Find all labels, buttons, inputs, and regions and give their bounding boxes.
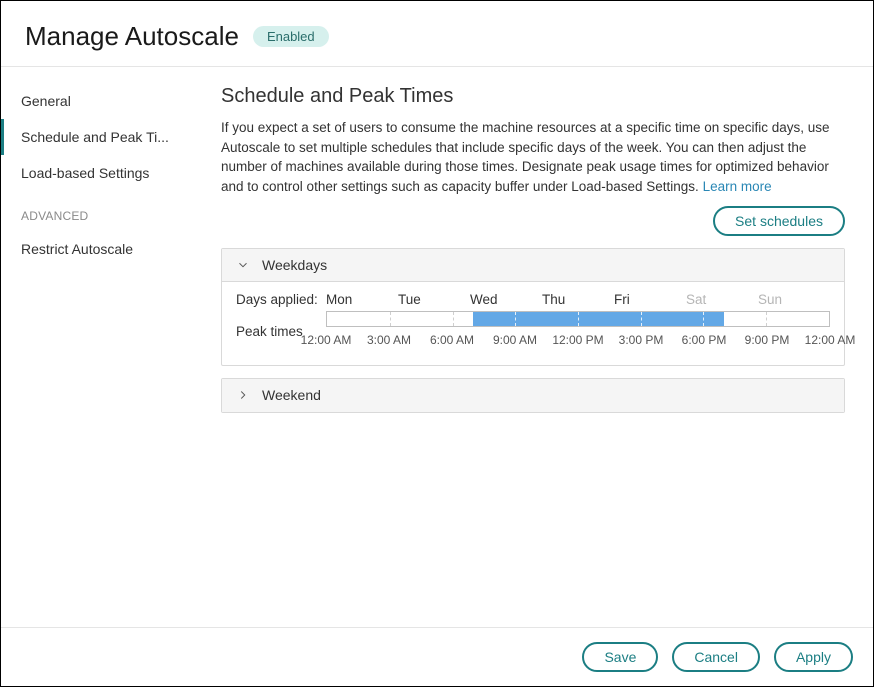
set-schedules-button[interactable]: Set schedules xyxy=(713,206,845,236)
time-labels: 12:00 AM3:00 AM6:00 AM9:00 AM12:00 PM3:0… xyxy=(326,333,830,351)
actions-row: Set schedules xyxy=(221,206,845,236)
sidebar-item-schedule[interactable]: Schedule and Peak Ti... xyxy=(1,119,201,155)
apply-button[interactable]: Apply xyxy=(774,642,853,672)
peak-fill[interactable] xyxy=(473,312,724,326)
time-label: 3:00 PM xyxy=(619,333,664,347)
days-applied-label: Days applied: xyxy=(236,292,326,307)
schedule-block-weekend: Weekend xyxy=(221,378,845,413)
page-title: Manage Autoscale xyxy=(25,21,239,52)
time-label: 6:00 PM xyxy=(682,333,727,347)
sidebar-advanced-heading: ADVANCED xyxy=(1,191,201,231)
day-fri: Fri xyxy=(614,292,686,307)
day-sat: Sat xyxy=(686,292,758,307)
status-badge: Enabled xyxy=(253,26,329,47)
schedule-header-weekdays[interactable]: Weekdays xyxy=(222,249,844,282)
day-wed: Wed xyxy=(470,292,542,307)
schedule-body-weekdays: Days applied: Mon Tue Wed Thu Fri Sat Su… xyxy=(222,282,844,365)
schedule-header-weekend[interactable]: Weekend xyxy=(222,379,844,412)
cancel-button[interactable]: Cancel xyxy=(672,642,760,672)
footer: Save Cancel Apply xyxy=(1,627,873,686)
schedule-title: Weekdays xyxy=(262,257,327,273)
learn-more-link[interactable]: Learn more xyxy=(703,179,772,194)
time-label: 3:00 AM xyxy=(367,333,411,347)
days-list: Mon Tue Wed Thu Fri Sat Sun xyxy=(326,292,830,307)
peak-times-row: Peak times 12:00 AM3:00 AM6:00 AM9:00 AM… xyxy=(236,311,830,351)
timeline-tick xyxy=(766,312,767,326)
sidebar: General Schedule and Peak Ti... Load-bas… xyxy=(1,67,201,627)
sidebar-item-restrict-autoscale[interactable]: Restrict Autoscale xyxy=(1,231,201,267)
schedule-block-weekdays: Weekdays Days applied: Mon Tue Wed Thu F… xyxy=(221,248,845,366)
time-label: 9:00 PM xyxy=(745,333,790,347)
time-label: 12:00 PM xyxy=(552,333,603,347)
section-description: If you expect a set of users to consume … xyxy=(221,118,845,196)
timeline-wrap: 12:00 AM3:00 AM6:00 AM9:00 AM12:00 PM3:0… xyxy=(326,311,830,351)
sidebar-item-load-settings[interactable]: Load-based Settings xyxy=(1,155,201,191)
time-label: 12:00 AM xyxy=(301,333,352,347)
timeline-tick xyxy=(453,312,454,326)
time-label: 9:00 AM xyxy=(493,333,537,347)
sidebar-item-general[interactable]: General xyxy=(1,83,201,119)
days-applied-row: Days applied: Mon Tue Wed Thu Fri Sat Su… xyxy=(236,292,830,307)
timeline-tick xyxy=(390,312,391,326)
header: Manage Autoscale Enabled xyxy=(1,1,873,67)
day-thu: Thu xyxy=(542,292,614,307)
chevron-right-icon xyxy=(236,388,250,402)
time-label: 12:00 AM xyxy=(805,333,856,347)
chevron-down-icon xyxy=(236,258,250,272)
day-mon: Mon xyxy=(326,292,398,307)
day-sun: Sun xyxy=(758,292,830,307)
peak-timeline[interactable] xyxy=(326,311,830,327)
time-label: 6:00 AM xyxy=(430,333,474,347)
save-button[interactable]: Save xyxy=(582,642,658,672)
schedule-title: Weekend xyxy=(262,387,321,403)
day-tue: Tue xyxy=(398,292,470,307)
section-title: Schedule and Peak Times xyxy=(221,85,845,108)
body: General Schedule and Peak Ti... Load-bas… xyxy=(1,67,873,627)
main-panel: Schedule and Peak Times If you expect a … xyxy=(201,67,873,627)
